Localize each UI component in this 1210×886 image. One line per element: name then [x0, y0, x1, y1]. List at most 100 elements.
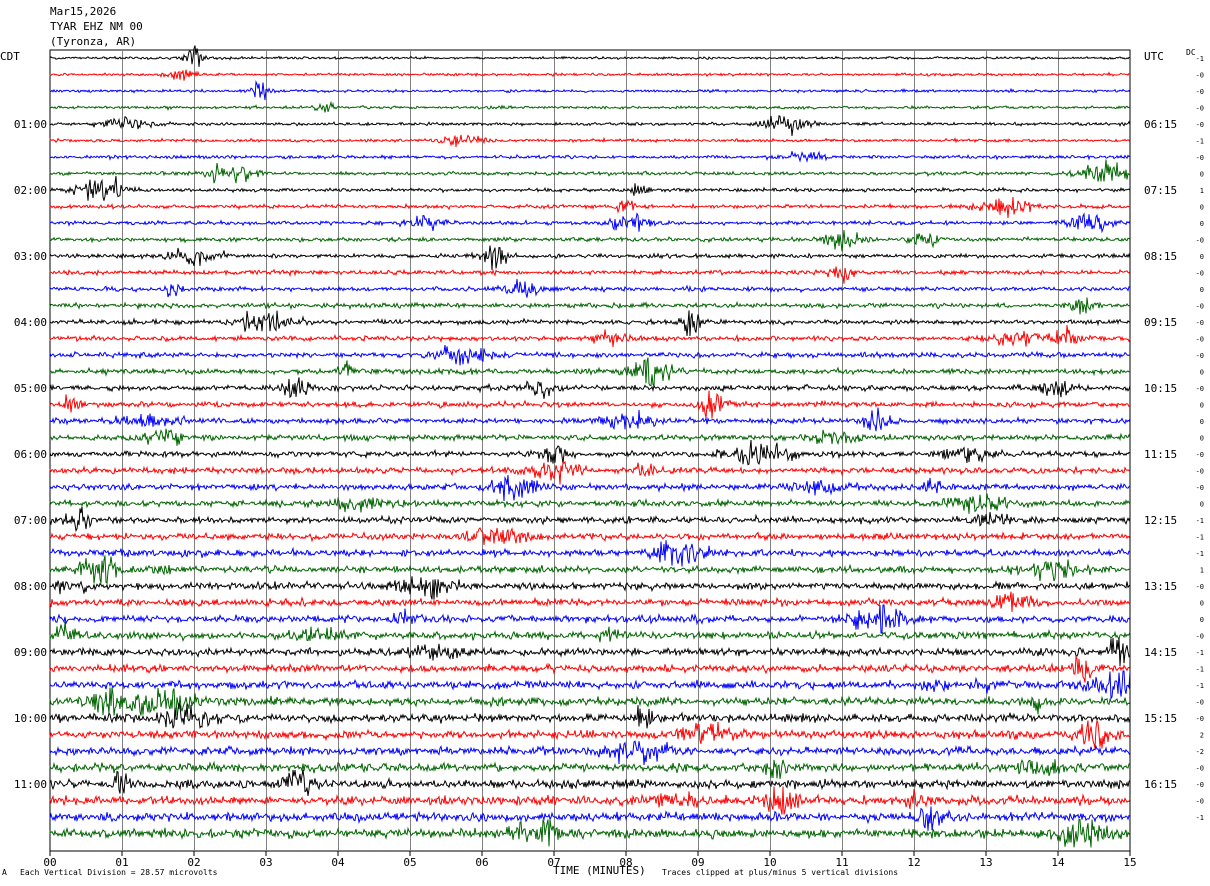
trace-blue — [49, 212, 1131, 234]
trace-green — [49, 758, 1131, 779]
dc-offset-value: 1 — [1200, 567, 1204, 575]
dc-offset-value: -1 — [1196, 682, 1204, 690]
dc-offset-value: 0 — [1200, 435, 1204, 443]
trace-blue — [49, 806, 1131, 831]
dc-offset-value: -0 — [1196, 72, 1204, 80]
dc-offset-value: 2 — [1200, 732, 1204, 740]
trace-red — [49, 266, 1131, 284]
right-time-label: 15:15 — [1144, 712, 1177, 725]
dc-offset-value: 0 — [1200, 418, 1204, 426]
dc-offset-value: -0 — [1196, 270, 1204, 278]
trace-blue — [49, 150, 1131, 163]
trace-blue — [49, 540, 1131, 567]
trace-red — [49, 654, 1131, 683]
trace-red — [49, 720, 1131, 749]
left-time-label: 11:00 — [14, 778, 47, 791]
trace-black — [49, 702, 1131, 729]
dc-offset-value: -0 — [1196, 105, 1204, 113]
dc-offset-value: -0 — [1196, 303, 1204, 311]
dc-offset-value: -0 — [1196, 451, 1204, 459]
dc-offset-value: -1 — [1196, 814, 1204, 822]
dc-offset-value: 0 — [1200, 204, 1204, 212]
trace-green — [49, 493, 1131, 514]
dc-offset-value: 0 — [1200, 253, 1204, 261]
dc-offset-value: 0 — [1200, 501, 1204, 509]
trace-blue — [49, 604, 1131, 634]
dc-offset-value: -0 — [1196, 798, 1204, 806]
right-time-label: 10:15 — [1144, 382, 1177, 395]
dc-offset-value: -2 — [1196, 748, 1204, 756]
trace-black — [49, 175, 1131, 201]
dc-offset-value: -1 — [1196, 55, 1204, 63]
trace-black — [49, 310, 1131, 337]
x-tick-label: 06 — [475, 856, 488, 869]
dc-offset-value: -0 — [1196, 385, 1204, 393]
right-time-label: 09:15 — [1144, 316, 1177, 329]
dc-offset-value: 0 — [1200, 616, 1204, 624]
left-time-label: 08:00 — [14, 580, 47, 593]
dc-offset-value: -0 — [1196, 484, 1204, 492]
trace-blue — [49, 670, 1131, 701]
trace-blue — [49, 475, 1131, 502]
trace-red — [49, 591, 1131, 613]
dc-offset-value: -1 — [1196, 138, 1204, 146]
dc-offset-value: 0 — [1200, 286, 1204, 294]
dc-offset-value: -0 — [1196, 468, 1204, 476]
dc-offset-value: 0 — [1200, 220, 1204, 228]
x-tick-label: 13 — [979, 856, 992, 869]
left-time-label: 03:00 — [14, 250, 47, 263]
dc-offset-value: 0 — [1200, 369, 1204, 377]
x-tick-label: 12 — [907, 856, 920, 869]
right-time-label: 13:15 — [1144, 580, 1177, 593]
trace-blue — [49, 279, 1131, 298]
trace-blue — [49, 407, 1131, 432]
dc-offset-value: -0 — [1196, 583, 1204, 591]
dc-offset-value: -1 — [1196, 666, 1204, 674]
trace-green — [49, 229, 1131, 252]
x-tick-label: 15 — [1123, 856, 1136, 869]
x-tick-label: 14 — [1051, 856, 1065, 869]
trace-red — [49, 134, 1131, 148]
trace-black — [49, 576, 1131, 600]
dc-offset-value: -0 — [1196, 336, 1204, 344]
trace-green — [49, 100, 1131, 113]
clip-note: Traces clipped at plus/minus 5 vertical … — [662, 868, 899, 877]
trace-green — [49, 621, 1131, 643]
trace-green — [49, 357, 1131, 387]
left-time-label: 01:00 — [14, 118, 47, 131]
trace-black — [49, 115, 1131, 137]
dc-offset-value: 0 — [1200, 600, 1204, 608]
left-time-label: 04:00 — [14, 316, 47, 329]
dc-offset-value: -0 — [1196, 319, 1204, 327]
left-time-label: 07:00 — [14, 514, 47, 527]
x-tick-label: 04 — [331, 856, 345, 869]
left-time-label: 05:00 — [14, 382, 47, 395]
right-time-label: 11:15 — [1144, 448, 1177, 461]
dc-offset-value: -1 — [1196, 517, 1204, 525]
dc-offset-value: -0 — [1196, 633, 1204, 641]
dc-offset-value: -0 — [1196, 121, 1204, 129]
trace-red — [49, 69, 1131, 81]
left-time-label: 09:00 — [14, 646, 47, 659]
trace-black — [49, 769, 1131, 796]
dc-offset-value: 1 — [1200, 187, 1204, 195]
trace-red — [49, 527, 1131, 545]
trace-black — [49, 45, 1131, 67]
right-time-label: 08:15 — [1144, 250, 1177, 263]
trace-green — [49, 159, 1131, 184]
right-time-label: 16:15 — [1144, 778, 1177, 791]
trace-red — [49, 324, 1131, 347]
dc-offset-value: -0 — [1196, 715, 1204, 723]
x-axis-title: TIME (MINUTES) — [553, 864, 646, 877]
trace-green — [49, 428, 1131, 446]
dc-offset-value: -1 — [1196, 534, 1204, 542]
corner-mark: A — [2, 868, 7, 877]
dc-offset-value: -1 — [1196, 649, 1204, 657]
dc-offset-value: -0 — [1196, 154, 1204, 162]
trace-black — [49, 439, 1131, 466]
trace-group — [49, 45, 1131, 848]
helicorder-plot: 00 01 02 03 04 05 06 07 08 09 10 11 12 13 14 15 01:0002… — [14, 45, 1204, 869]
trace-blue — [49, 80, 1131, 101]
left-time-label: 10:00 — [14, 712, 47, 725]
dc-offset-value: 0 — [1200, 402, 1204, 410]
